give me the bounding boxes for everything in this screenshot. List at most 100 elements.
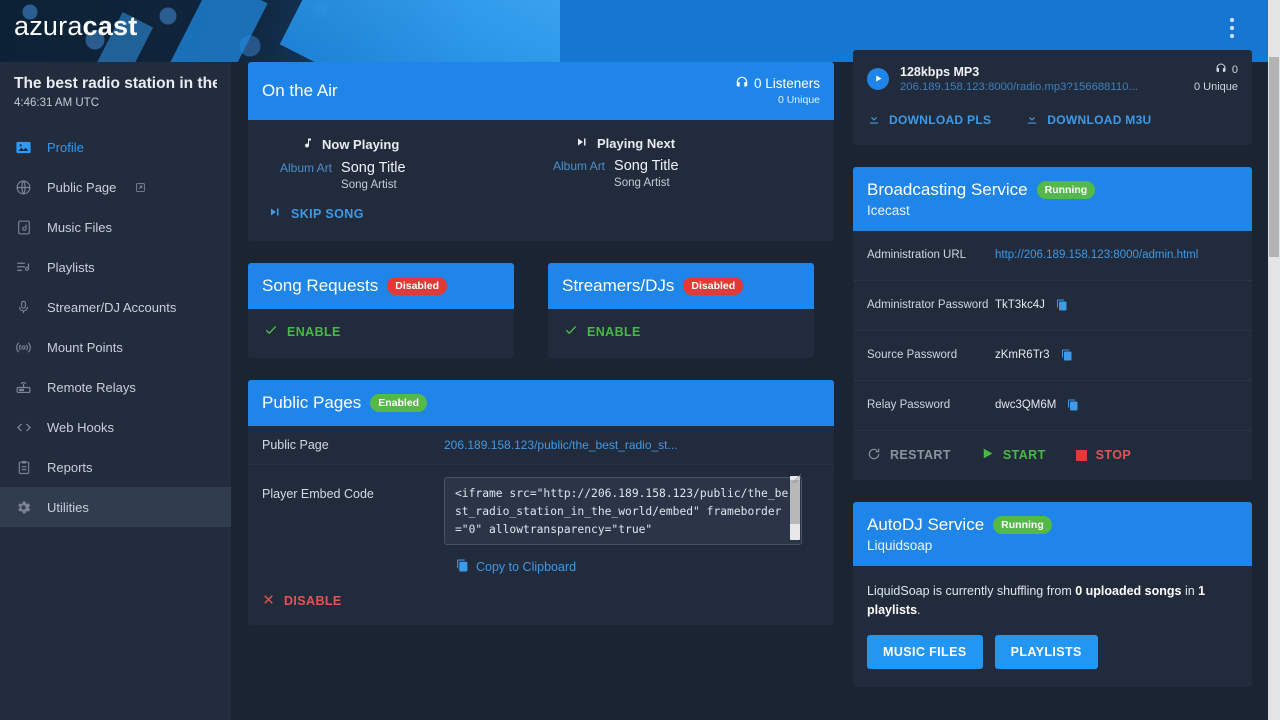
service-row-value: dwc3QM6M: [995, 399, 1079, 411]
clipboard-icon: [14, 458, 33, 477]
streamers-djs-title: Streamers/DJs: [562, 276, 674, 296]
public-pages-title: Public Pages: [262, 393, 361, 413]
service-row-value: http://206.189.158.123:8000/admin.html: [995, 249, 1198, 261]
broadcasting-service-header: Broadcasting Service Running Icecast: [853, 167, 1252, 231]
start-service-button[interactable]: START: [981, 447, 1046, 464]
sidebar: The best radio station in the worl 4:46:…: [0, 62, 231, 720]
left-column: On the Air 0 Listeners 0 Unique: [248, 62, 834, 647]
mount-listener-stats: 0 0 Unique: [1194, 62, 1238, 96]
streamers-djs-card: Streamers/DJs Disabled ENABLE: [548, 263, 814, 358]
mount-name: 128kbps MP3: [900, 65, 1194, 79]
copy-icon[interactable]: [1061, 349, 1073, 361]
overflow-menu-icon[interactable]: [1222, 18, 1242, 44]
on-the-air-footer: SKIP SONG: [248, 197, 834, 241]
stop-icon: [1076, 450, 1087, 461]
start-label: START: [1003, 448, 1046, 462]
embed-code-textarea[interactable]: <iframe src="http://206.189.158.123/publ…: [444, 477, 802, 545]
password-value: dwc3QM6M: [995, 399, 1056, 411]
stop-service-button[interactable]: STOP: [1076, 447, 1131, 464]
admin-url-link[interactable]: http://206.189.158.123:8000/admin.html: [995, 249, 1198, 261]
now-playing-text: Now Playing: [322, 137, 399, 152]
enable-streamers-button[interactable]: ENABLE: [564, 323, 641, 340]
playing-next-artist: Song Artist: [614, 177, 679, 189]
azuracast-logo[interactable]: azuracast: [14, 13, 137, 40]
password-value: zKmR6Tr3: [995, 349, 1050, 361]
playing-next-block: Playing Next Album Art Song Title Song A…: [541, 136, 814, 191]
play-stream-button[interactable]: [867, 68, 889, 90]
page-scrollbar[interactable]: [1268, 0, 1280, 720]
restart-service-button[interactable]: RESTART: [867, 447, 951, 464]
enable-label: ENABLE: [587, 325, 641, 339]
banner-stripe: [132, 0, 267, 62]
public-page-link[interactable]: 206.189.158.123/public/the_best_radio_st…: [444, 438, 678, 452]
music-file-icon: [14, 218, 33, 237]
public-page-label: Public Page: [262, 438, 444, 452]
music-files-button[interactable]: MUSIC FILES: [867, 635, 983, 669]
enable-song-requests-button[interactable]: ENABLE: [264, 323, 341, 340]
streamers-djs-body: ENABLE: [548, 309, 814, 358]
copy-icon[interactable]: [1056, 299, 1068, 311]
sidebar-item-web-hooks[interactable]: Web Hooks: [0, 407, 231, 447]
enable-label: ENABLE: [287, 325, 341, 339]
station-clock: 4:46:31 AM UTC: [14, 97, 217, 109]
broadcasting-service-title: Broadcasting Service: [867, 180, 1028, 200]
page-scrollbar-thumb[interactable]: [1269, 57, 1279, 257]
mount-url[interactable]: 206.189.158.123:8000/radio.mp3?156688110…: [900, 81, 1194, 93]
playlists-button[interactable]: PLAYLISTS: [995, 635, 1098, 669]
on-the-air-body: Now Playing Album Art Song Title Song Ar…: [248, 120, 834, 197]
song-requests-body: ENABLE: [248, 309, 514, 358]
embed-code-label: Player Embed Code: [262, 477, 444, 501]
autodj-text-after: .: [917, 603, 920, 617]
now-playing-label: Now Playing: [280, 136, 541, 153]
unique-listeners: 0 Unique: [735, 94, 820, 107]
sidebar-item-streamer-dj-accounts[interactable]: Streamer/DJ Accounts: [0, 287, 231, 327]
textarea-scrollbar-thumb[interactable]: [790, 480, 800, 524]
copy-to-clipboard-button[interactable]: Copy to Clipboard: [456, 559, 576, 575]
broadcasting-rows: Administration URLhttp://206.189.158.123…: [853, 231, 1252, 431]
now-playing-song: Album Art Song Title Song Artist: [280, 159, 541, 191]
sidebar-item-playlists[interactable]: Playlists: [0, 247, 231, 287]
textarea-resize-handle[interactable]: [792, 474, 801, 483]
sidebar-item-remote-relays[interactable]: Remote Relays: [0, 367, 231, 407]
download-m3u-button[interactable]: DOWNLOAD M3U: [1025, 112, 1151, 129]
disable-public-pages-button[interactable]: DISABLE: [262, 593, 342, 609]
sidebar-item-utilities[interactable]: Utilities: [0, 487, 231, 527]
sidebar-item-label: Remote Relays: [47, 380, 136, 395]
status-badge: Disabled: [387, 277, 447, 295]
music-note-icon: [302, 136, 314, 153]
broadcasting-service-subtitle: Icecast: [867, 203, 1238, 218]
check-icon: [264, 323, 278, 340]
right-column: 128kbps MP3 206.189.158.123:8000/radio.m…: [853, 50, 1252, 709]
sidebar-item-mount-points[interactable]: Mount Points: [0, 327, 231, 367]
skip-next-icon: [575, 136, 589, 151]
sidebar-item-music-files[interactable]: Music Files: [0, 207, 231, 247]
autodj-song-count: 0 uploaded songs: [1075, 584, 1181, 598]
textarea-scrollbar[interactable]: [790, 476, 800, 540]
embed-code-row: Player Embed Code <iframe src="http://20…: [248, 465, 834, 579]
sidebar-item-reports[interactable]: Reports: [0, 447, 231, 487]
sidebar-item-label: Profile: [47, 140, 84, 155]
station-name: The best radio station in the worl: [14, 75, 217, 93]
toggle-cards-row: Song Requests Disabled ENABLE: [248, 263, 834, 380]
playing-next-title: Song Title: [614, 158, 679, 174]
sidebar-item-profile[interactable]: Profile: [0, 127, 231, 167]
status-badge: Running: [993, 516, 1052, 534]
skip-song-button[interactable]: SKIP SONG: [268, 206, 364, 221]
sidebar-item-public-page[interactable]: Public Page: [0, 167, 231, 207]
service-row-label: Relay Password: [867, 397, 995, 414]
copy-icon[interactable]: [1067, 399, 1079, 411]
external-link-icon: [135, 182, 146, 193]
service-row-label: Source Password: [867, 347, 995, 364]
listeners-count: 0 Listeners: [754, 76, 820, 93]
skip-next-icon: [268, 206, 282, 221]
relay-icon: [14, 378, 33, 397]
service-row-value: zKmR6Tr3: [995, 349, 1073, 361]
download-pls-button[interactable]: DOWNLOAD PLS: [867, 112, 991, 129]
copy-label: Copy to Clipboard: [476, 560, 576, 574]
download-m3u-label: DOWNLOAD M3U: [1047, 113, 1151, 127]
public-pages-card: Public Pages Enabled Public Page 206.189…: [248, 380, 834, 625]
skip-song-label: SKIP SONG: [291, 207, 364, 221]
service-row-value: TkT3kc4J: [995, 299, 1068, 311]
autodj-buttons: MUSIC FILES PLAYLISTS: [867, 635, 1238, 669]
microphone-icon: [14, 298, 33, 317]
